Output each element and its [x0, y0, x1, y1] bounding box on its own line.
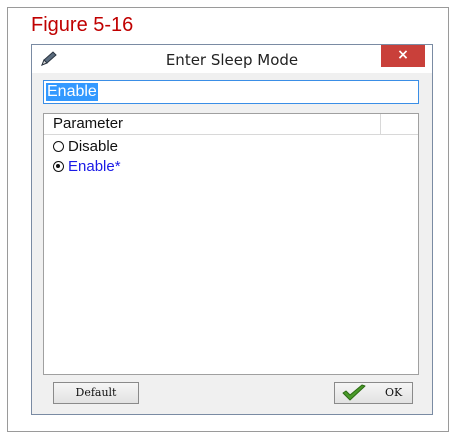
option-disable[interactable]: Disable	[53, 137, 118, 157]
figure-caption: Figure 5-16	[31, 14, 134, 36]
radio-checked-icon[interactable]	[53, 161, 64, 172]
close-button[interactable]: ×	[381, 45, 425, 67]
dialog-title: Enter Sleep Mode	[165, 51, 299, 69]
column-divider	[380, 114, 381, 134]
radio-unchecked-icon[interactable]	[53, 141, 64, 152]
parameter-list[interactable]: Parameter Disable Enable*	[43, 113, 419, 375]
ok-button[interactable]: OK	[334, 382, 413, 404]
column-header-parameter: Parameter	[53, 115, 124, 132]
option-label: Disable	[68, 138, 119, 155]
enter-sleep-mode-dialog: Enter Sleep Mode × Enable Parameter Disa…	[31, 44, 433, 415]
option-label: Enable*	[68, 158, 121, 175]
ok-label: OK	[385, 386, 403, 399]
close-icon: ×	[397, 47, 409, 63]
checkmark-icon	[342, 384, 366, 401]
list-header: Parameter	[44, 114, 418, 135]
value-input[interactable]: Enable	[43, 80, 419, 104]
default-button[interactable]: Default	[53, 382, 139, 404]
option-enable[interactable]: Enable*	[53, 157, 121, 177]
value-input-text: Enable	[46, 83, 98, 101]
title-bar: Enter Sleep Mode ×	[32, 45, 432, 73]
